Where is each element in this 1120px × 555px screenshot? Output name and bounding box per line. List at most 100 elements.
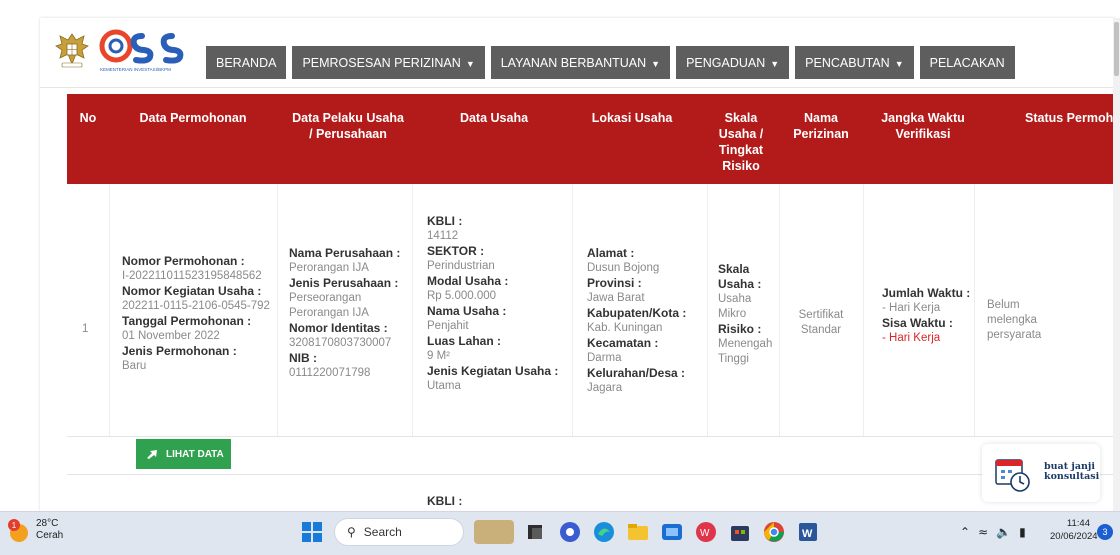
value: Penjahit [427, 320, 469, 332]
value: Menengah [718, 338, 773, 350]
th-lokasi-usaha: Lokasi Usaha [591, 111, 673, 125]
nav-pencabutan[interactable]: PENCABUTAN ▼ [795, 46, 914, 79]
oss-logo[interactable]: KEMENTERIAN INVESTASI/BKPM [98, 24, 198, 78]
value: I-202211011523195848562 [122, 270, 262, 282]
th-data-usaha: Data Usaha [459, 111, 529, 125]
label: Jenis Kegiatan Usaha : [427, 364, 559, 378]
label: Alamat : [587, 246, 635, 260]
page: KEMENTERIAN INVESTASI/BKPM BERANDA PEMRO… [40, 18, 1115, 511]
value: 0111220071798 [289, 367, 371, 379]
windows-taskbar: 1 28°C Cerah ⚲ Search W W ⌃ ≈ 🔈 ▮ 11:44 … [0, 511, 1120, 555]
column-divider [109, 184, 110, 436]
buat-janji-konsultasi-widget[interactable]: buat janji konsultasi [982, 444, 1100, 502]
column-divider [863, 184, 864, 436]
label: Nomor Identitas : [289, 321, 388, 335]
cell-data-pelaku: Nama Perusahaan : Perorangan IJA Jenis P… [289, 246, 409, 381]
weather-badge: 1 [8, 519, 20, 531]
landscape-widget-icon[interactable] [474, 520, 514, 544]
value: 3208170803730007 [289, 337, 392, 349]
chrome-icon[interactable] [762, 520, 786, 544]
wps-office-icon[interactable]: W [694, 520, 718, 544]
search-icon: ⚲ [347, 525, 356, 539]
label: Nomor Permohonan : [122, 254, 245, 268]
chevron-down-icon: ▼ [894, 58, 904, 69]
konsultasi-line: konsultasi [1044, 471, 1100, 482]
label: Nomor Kegiatan Usaha : [122, 284, 262, 298]
temperature: 28°C [36, 518, 59, 529]
value: Darma [587, 352, 622, 364]
th-data-permohonan: Data Permohonan [139, 111, 247, 125]
page-scrollbar[interactable] [1113, 18, 1120, 511]
main-nav: BERANDA PEMROSESAN PERIZINAN ▼ LAYANAN BE… [206, 46, 1015, 79]
label: SEKTOR : [427, 244, 485, 258]
nav-beranda[interactable]: BERANDA [206, 46, 287, 79]
value-red: - Hari Kerja [882, 332, 941, 344]
weather-widget[interactable]: 1 28°C Cerah [8, 518, 63, 542]
chat-icon[interactable] [558, 520, 582, 544]
svg-text:W: W [700, 528, 710, 539]
next-row-kbli: KBLI : [427, 494, 462, 509]
th-skala-usaha: Skala Usaha / Tingkat Risiko [718, 111, 764, 173]
word-icon[interactable]: W [796, 520, 820, 544]
label: Kelurahan/Desa : [587, 366, 686, 380]
value: 14112 [427, 230, 459, 242]
volume-icon[interactable]: 🔈 [996, 525, 1011, 539]
lihat-data-label: LIHAT DATA [166, 448, 224, 460]
mail-icon[interactable] [660, 520, 684, 544]
th-data-pelaku-usaha: Data Pelaku Usaha / Perusahaan [292, 111, 404, 141]
nav-pemrosesan-perizinan[interactable]: PEMROSESAN PERIZINAN ▼ [292, 46, 485, 79]
cell-data-usaha: KBLI : 14112 SEKTOR : Perindustrian Moda… [427, 214, 567, 394]
taskbar-apps: ⚲ Search W W [300, 518, 820, 546]
nav-pelacakan[interactable]: PELACAKAN [919, 46, 1015, 79]
label: Nama Usaha : [427, 304, 507, 318]
taskbar-clock[interactable]: 11:44 20/06/2024 [1050, 517, 1098, 543]
value: Belum [987, 299, 1020, 311]
value: Dusun Bojong [587, 262, 660, 274]
windows-start-icon[interactable] [300, 520, 324, 544]
value: Perindustrian [427, 260, 495, 272]
battery-icon[interactable]: ▮ [1019, 525, 1026, 539]
label: Sisa Waktu : [882, 316, 953, 330]
value: 9 M² [427, 350, 450, 362]
nav-pengaduan[interactable]: PENGADUAN ▼ [676, 46, 790, 79]
system-tray: ⌃ ≈ 🔈 ▮ [960, 525, 1026, 539]
permohonan-table: No Data Permohonan Data Pelaku Usaha / P… [67, 94, 1115, 511]
notification-badge[interactable]: 3 [1097, 524, 1113, 540]
label: Nama Perusahaan : [289, 246, 401, 260]
oss-logo-subtitle: KEMENTERIAN INVESTASI/BKPM [100, 67, 171, 72]
search-label: Search [363, 525, 402, 539]
wifi-icon[interactable]: ≈ [978, 525, 988, 539]
column-divider [277, 184, 278, 436]
chevron-up-icon[interactable]: ⌃ [960, 525, 970, 539]
nav-label: PELACAKAN [929, 55, 1005, 70]
value: Standar [800, 324, 842, 336]
value: Tinggi [718, 353, 749, 365]
value: Usaha [718, 293, 752, 305]
taskbar-search[interactable]: ⚲ Search [334, 518, 464, 546]
value: - Hari Kerja [882, 302, 941, 314]
row-divider [67, 474, 1115, 475]
lihat-data-button[interactable]: LIHAT DATA [136, 439, 231, 469]
clock-time: 11:44 [1066, 518, 1090, 529]
cell-nama-perizinan: Sertifikat Standar [781, 308, 861, 338]
nav-layanan-berbantuan[interactable]: LAYANAN BERBANTUAN ▼ [490, 46, 671, 79]
nav-label: PENGADUAN [686, 55, 766, 70]
label: Tanggal Permohonan : [122, 314, 252, 328]
clock-date: 20/06/2024 [1050, 531, 1098, 542]
value: Jawa Barat [587, 292, 645, 304]
value: melengka [987, 314, 1037, 326]
value: 01 November 2022 [122, 330, 220, 342]
nav-label: BERANDA [216, 55, 277, 70]
file-explorer-icon[interactable] [626, 520, 650, 544]
cell-data-permohonan: Nomor Permohonan : I-2022110115231958485… [122, 254, 272, 374]
store-icon[interactable] [728, 520, 752, 544]
edge-browser-icon[interactable] [592, 520, 616, 544]
nav-label: LAYANAN BERBANTUAN [500, 55, 647, 70]
page-scrollbar-thumb[interactable] [1114, 22, 1119, 76]
task-view-icon[interactable] [524, 520, 548, 544]
cell-no: 1 [82, 323, 89, 335]
row-divider [67, 436, 1115, 437]
weather-text: 28°C Cerah [36, 518, 63, 542]
cell-jangka-waktu: Jumlah Waktu : - Hari Kerja Sisa Waktu :… [882, 286, 982, 346]
label: Modal Usaha : [427, 274, 509, 288]
